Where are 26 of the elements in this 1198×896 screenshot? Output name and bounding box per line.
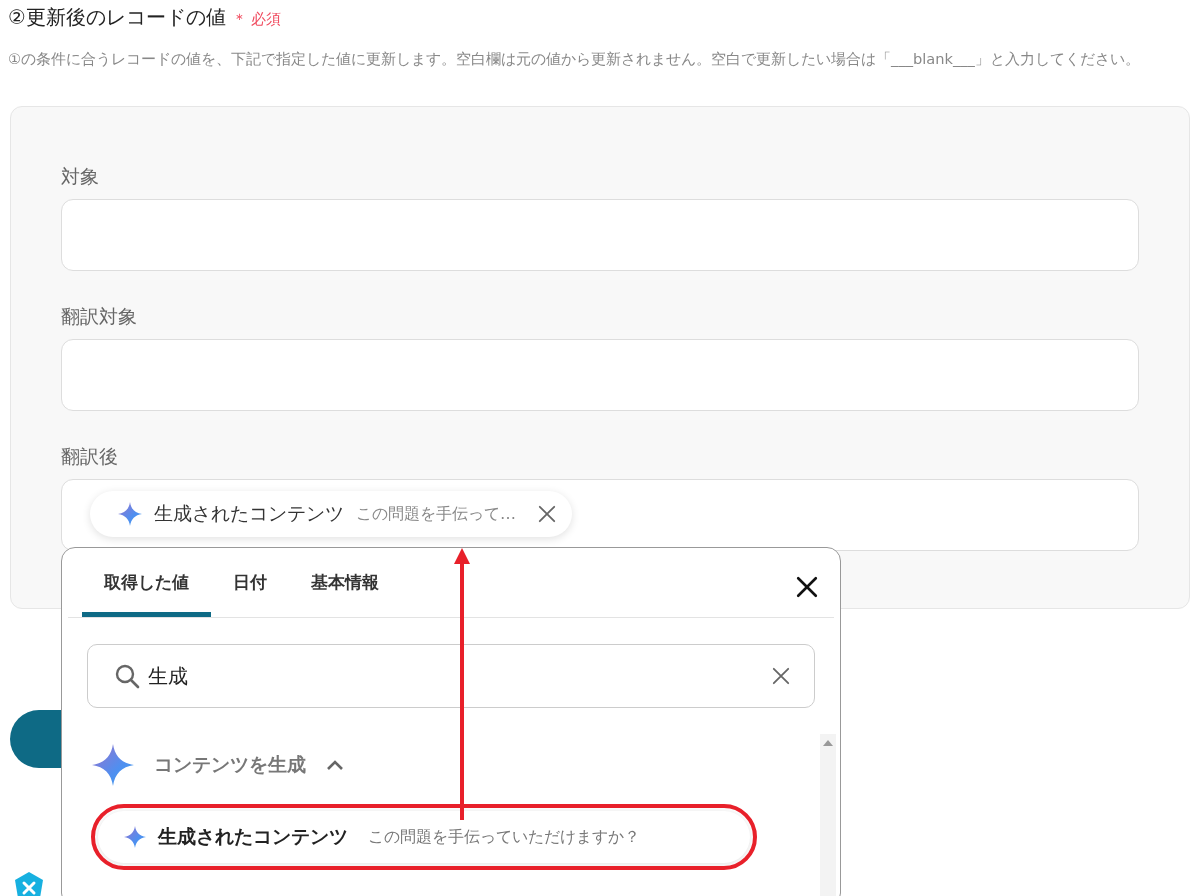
chevron-icon	[326, 759, 344, 771]
search-field[interactable]: 生成	[87, 644, 815, 708]
input-field[interactable]	[61, 339, 1139, 411]
input-field[interactable]: 生成されたコンテンツ この問題を手伝って…	[61, 479, 1139, 551]
tab[interactable]: 日付	[211, 571, 289, 617]
tab[interactable]: 取得した値	[82, 571, 211, 617]
section-description: ①の条件に合うレコードの値を、下記で指定した値に更新します。空白欄は元の値から更新されません。空白で更新したい場合は「___blank___」と入力してください。	[8, 49, 1141, 69]
field-label: 翻訳後	[61, 444, 118, 468]
app-icon	[13, 871, 45, 896]
section-title: ②更新後のレコードの値	[8, 4, 226, 31]
search-icon	[114, 663, 140, 689]
value-chip[interactable]: 生成されたコンテンツ この問題を手伝って…	[90, 491, 572, 537]
close-icon[interactable]	[796, 576, 818, 598]
clear-icon[interactable]	[772, 667, 790, 685]
sparkle-icon	[118, 502, 142, 526]
required-mark: ＊	[231, 10, 247, 29]
required-label: 必須	[250, 10, 281, 29]
field-label: 翻訳対象	[61, 304, 137, 328]
remove-icon[interactable]	[538, 505, 556, 523]
tab[interactable]: 基本情報	[289, 571, 401, 617]
sparkle-icon	[92, 744, 134, 786]
group-header[interactable]: コンテンツを生成	[92, 734, 840, 796]
sparkle-icon	[124, 826, 146, 848]
scrollbar[interactable]	[820, 734, 836, 896]
field-label: 対象	[61, 164, 99, 188]
input-field[interactable]	[61, 199, 1139, 271]
